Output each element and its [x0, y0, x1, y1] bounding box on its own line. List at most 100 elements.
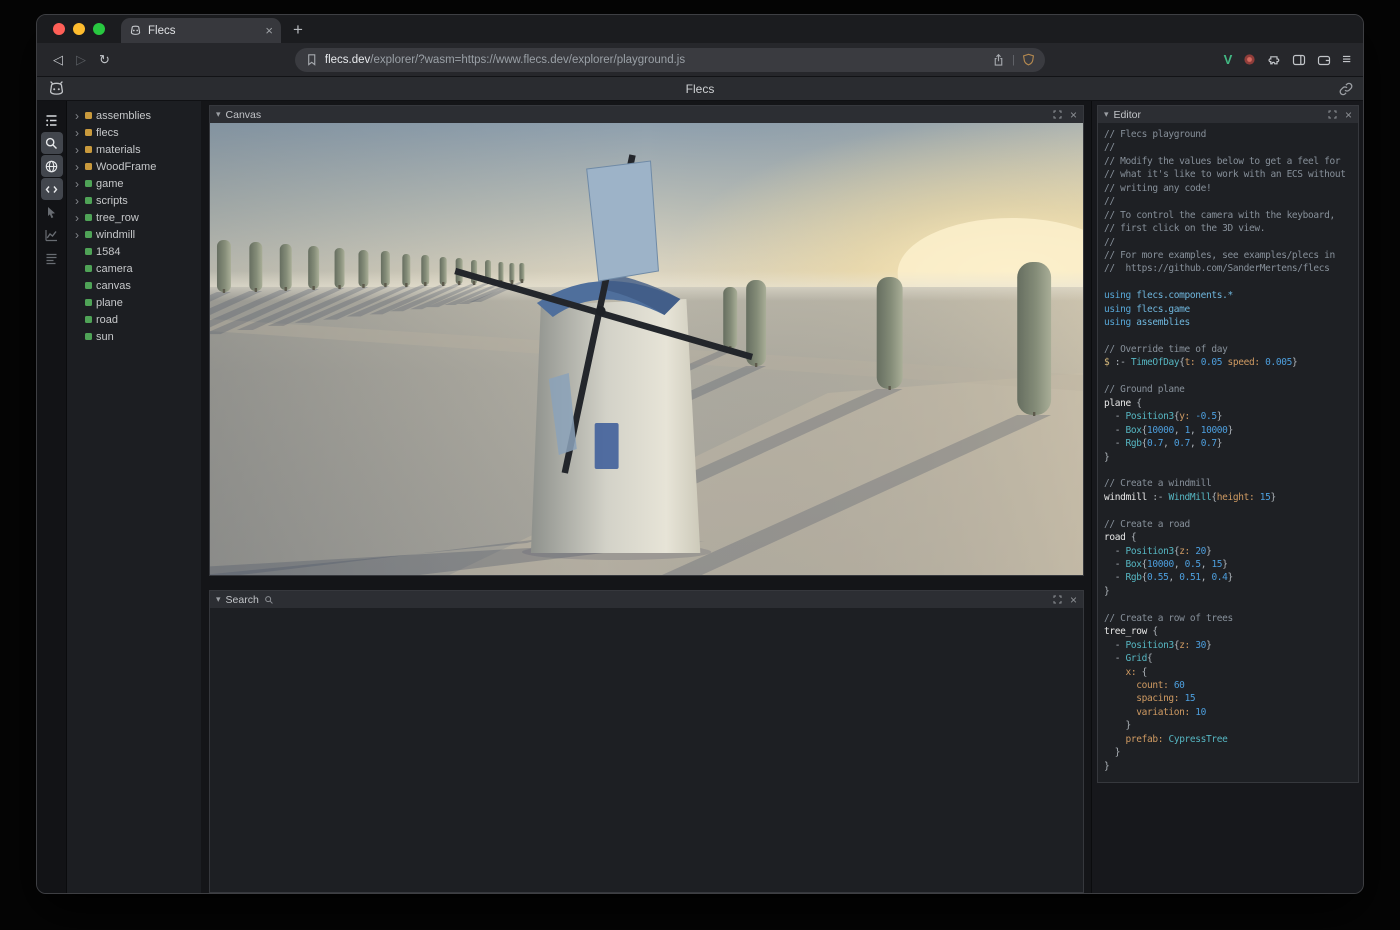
browser-window: Flecs × + ◁ ▷ ↻ flecs.dev/explorer/?wasm…: [36, 14, 1364, 894]
close-window-button[interactable]: [53, 23, 65, 35]
tab-close-icon[interactable]: ×: [265, 24, 273, 37]
browser-toolbar: ◁ ▷ ↻ flecs.dev/explorer/?wasm=https://w…: [37, 43, 1363, 77]
code-line: - Grid{: [1104, 652, 1354, 665]
share-icon[interactable]: [992, 53, 1005, 67]
url-bar[interactable]: flecs.dev/explorer/?wasm=https://www.fle…: [295, 48, 1045, 72]
expand-panel-icon[interactable]: [1053, 595, 1062, 604]
wallet-icon[interactable]: [1317, 53, 1331, 67]
canvas-panel-actions: ×: [1053, 109, 1077, 121]
code-line: using flecs.game: [1104, 303, 1354, 316]
tree-item-road[interactable]: road: [67, 311, 201, 328]
tree-item-sun[interactable]: sun: [67, 328, 201, 345]
share-link-icon[interactable]: [1339, 82, 1353, 96]
close-panel-icon[interactable]: ×: [1070, 594, 1077, 606]
code-line: - Position3{y: -0.5}: [1104, 410, 1354, 423]
entity-icon: [85, 299, 92, 306]
new-tab-button[interactable]: +: [293, 21, 303, 38]
browser-tab[interactable]: Flecs ×: [121, 18, 281, 43]
extension-dot-icon[interactable]: [1243, 53, 1256, 66]
entity-icon: [85, 214, 92, 221]
tree-item-1584[interactable]: 1584: [67, 243, 201, 260]
entity-icon: [85, 316, 92, 323]
right-column: ▾ Editor × // Flecs playground//// Modif…: [1091, 101, 1363, 893]
code-line: // Create a row of trees: [1104, 612, 1354, 625]
sidebar-toggle-icon[interactable]: [1292, 53, 1306, 67]
app-header: Flecs: [37, 77, 1363, 101]
reload-button[interactable]: ↻: [99, 53, 110, 66]
expand-arrow-icon[interactable]: ›: [73, 110, 81, 122]
browser-menu-icon[interactable]: ≡: [1342, 52, 1351, 67]
collapse-chevron-icon[interactable]: ▾: [1104, 110, 1109, 119]
expand-arrow-icon[interactable]: ›: [73, 161, 81, 173]
entity-icon: [85, 180, 92, 187]
canvas-panel-title: Canvas: [226, 109, 262, 121]
tree-item-label: WoodFrame: [96, 161, 156, 173]
page-title: Flecs: [37, 82, 1363, 96]
editor-code[interactable]: // Flecs playground//// Modify the value…: [1098, 123, 1358, 782]
code-line: spacing: 15: [1104, 692, 1354, 705]
tree-item-flecs[interactable]: › flecs: [67, 124, 201, 141]
tree-item-plane[interactable]: plane: [67, 294, 201, 311]
chart-icon[interactable]: [41, 224, 63, 246]
module-icon: [85, 146, 92, 153]
url-bar-divider: |: [1012, 54, 1015, 66]
back-button[interactable]: ◁: [53, 53, 63, 66]
expand-panel-icon[interactable]: [1328, 110, 1337, 119]
expand-arrow-icon[interactable]: ›: [73, 229, 81, 241]
cursor-icon[interactable]: [41, 201, 63, 223]
shield-icon[interactable]: [1022, 53, 1035, 66]
code-line: //: [1104, 141, 1354, 154]
expand-arrow-icon[interactable]: ›: [73, 195, 81, 207]
code-line: using assemblies: [1104, 316, 1354, 329]
expand-arrow-icon[interactable]: ›: [73, 127, 81, 139]
vue-devtools-icon[interactable]: V: [1224, 52, 1233, 67]
search-rail-icon[interactable]: [41, 132, 63, 154]
forward-button[interactable]: ▷: [76, 53, 86, 66]
expand-arrow-icon[interactable]: ›: [73, 178, 81, 190]
tree-item-assemblies[interactable]: ›assemblies: [67, 107, 201, 124]
expand-arrow-icon[interactable]: ›: [73, 144, 81, 156]
tree-item-windmill[interactable]: ›windmill: [67, 226, 201, 243]
tree-item-camera[interactable]: camera: [67, 260, 201, 277]
expand-panel-icon[interactable]: [1053, 110, 1062, 119]
code-line: // Create a windmill: [1104, 477, 1354, 490]
world-icon[interactable]: [41, 155, 63, 177]
tree-item-canvas[interactable]: canvas: [67, 277, 201, 294]
stats-icon[interactable]: [41, 247, 63, 269]
entity-tree-icon[interactable]: [41, 109, 63, 131]
module-icon: [85, 163, 92, 170]
canvas-3d-view[interactable]: [210, 123, 1083, 575]
collapse-chevron-icon[interactable]: ▾: [216, 110, 221, 119]
code-icon[interactable]: [41, 178, 63, 200]
zoom-window-button[interactable]: [93, 23, 105, 35]
flecs-favicon: [129, 24, 142, 37]
close-panel-icon[interactable]: ×: [1345, 109, 1352, 121]
code-line: count: 60: [1104, 679, 1354, 692]
editor-panel-title: Editor: [1114, 109, 1141, 121]
code-line: // Flecs playground: [1104, 128, 1354, 141]
code-line: // writing any code!: [1104, 182, 1354, 195]
code-line: tree_row {: [1104, 625, 1354, 638]
code-line: }: [1104, 719, 1354, 732]
bookmark-icon[interactable]: [305, 53, 318, 66]
code-line: // what it's like to work with an ECS wi…: [1104, 168, 1354, 181]
code-line: // Override time of day: [1104, 343, 1354, 356]
code-line: }: [1104, 451, 1354, 464]
tree-item-label: tree_row: [96, 212, 139, 224]
tree-item-scripts[interactable]: ›scripts: [67, 192, 201, 209]
code-line: [1104, 330, 1354, 343]
minimize-window-button[interactable]: [73, 23, 85, 35]
tree-item-label: game: [96, 178, 124, 190]
tree-item-game[interactable]: › game: [67, 175, 201, 192]
tree-item-materials[interactable]: ›materials: [67, 141, 201, 158]
extensions-puzzle-icon[interactable]: [1267, 53, 1281, 67]
code-line: road {: [1104, 531, 1354, 544]
tree-item-label: flecs: [96, 127, 119, 139]
tree-item-WoodFrame[interactable]: › WoodFrame: [67, 158, 201, 175]
expand-arrow-icon[interactable]: ›: [73, 212, 81, 224]
search-panel-title: Search: [226, 594, 259, 606]
tree-item-tree_row[interactable]: › tree_row: [67, 209, 201, 226]
collapse-chevron-icon[interactable]: ▾: [216, 595, 221, 604]
code-line: - Position3{z: 20}: [1104, 545, 1354, 558]
close-panel-icon[interactable]: ×: [1070, 109, 1077, 121]
